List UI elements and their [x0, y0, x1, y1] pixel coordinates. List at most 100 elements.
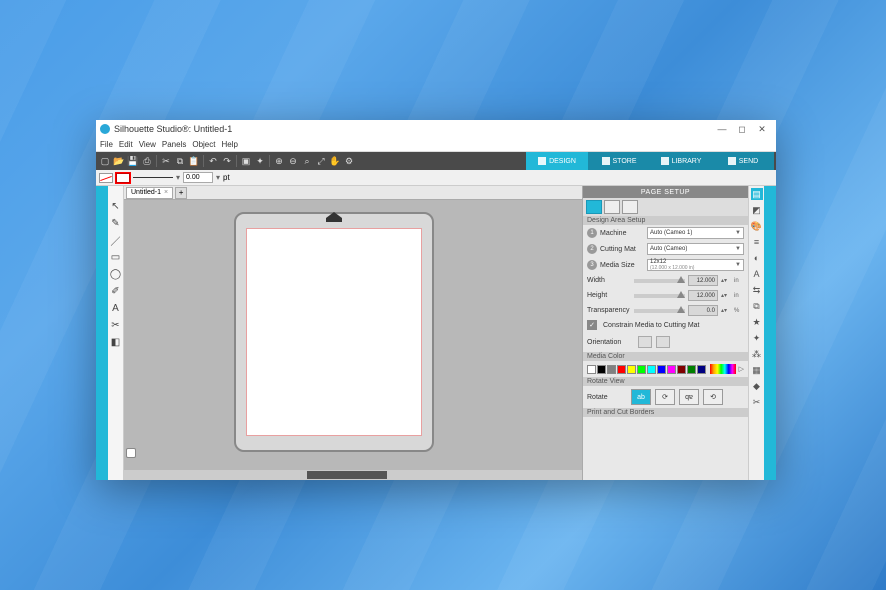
trace-icon[interactable]: ◐: [751, 252, 763, 264]
modify-icon[interactable]: ★: [751, 316, 763, 328]
color-swatch[interactable]: [687, 365, 696, 374]
width-value[interactable]: 12.000: [688, 275, 718, 286]
open-icon[interactable]: 📂: [112, 154, 126, 168]
line-tool-icon[interactable]: ／: [110, 234, 122, 246]
fill-panel-icon[interactable]: 🎨: [751, 220, 763, 232]
fit-icon[interactable]: ⤢: [314, 154, 328, 168]
eraser-tool-icon[interactable]: ◧: [110, 336, 122, 348]
line-swatch[interactable]: [116, 173, 130, 183]
add-tab-button[interactable]: +: [175, 187, 187, 199]
orientation-label: Orientation: [587, 339, 631, 346]
color-swatch[interactable]: [587, 365, 596, 374]
portrait-button[interactable]: [638, 336, 652, 348]
redo-icon[interactable]: ↷: [220, 154, 234, 168]
color-swatch[interactable]: [677, 365, 686, 374]
knife-panel-icon[interactable]: ✂: [751, 396, 763, 408]
machine-dropdown[interactable]: Auto (Cameo 1)▼: [647, 227, 744, 239]
landscape-button[interactable]: [656, 336, 670, 348]
document-tabs: Untitled-1 × +: [124, 186, 582, 200]
pixscan-icon[interactable]: ◩: [751, 204, 763, 216]
select-all-icon[interactable]: ▣: [239, 154, 253, 168]
color-picker-arrow-icon[interactable]: ▷: [739, 365, 744, 373]
line-panel-icon[interactable]: ≡: [751, 236, 763, 248]
page-tab-icon[interactable]: [586, 200, 602, 214]
menu-edit[interactable]: Edit: [119, 140, 133, 149]
cutting-mat-dropdown[interactable]: Auto (Cameo)▼: [647, 243, 744, 255]
close-button[interactable]: ✕: [752, 122, 772, 136]
paste-icon[interactable]: 📋: [187, 154, 201, 168]
offset-icon[interactable]: ✦: [751, 332, 763, 344]
rotate-270-button[interactable]: ⟲: [703, 389, 723, 405]
rotate-0-button[interactable]: ab: [631, 389, 651, 405]
copy-icon[interactable]: ⧉: [173, 154, 187, 168]
media-size-dropdown[interactable]: 12x12(12.000 x 12.000 in)▼: [647, 259, 744, 271]
titlebar: Silhouette Studio®: Untitled-1 — ◻ ✕: [96, 120, 776, 138]
tab-design[interactable]: DESIGN: [526, 152, 588, 170]
ellipse-tool-icon[interactable]: ◯: [110, 268, 122, 280]
color-swatch[interactable]: [657, 365, 666, 374]
maximize-button[interactable]: ◻: [732, 122, 752, 136]
menu-help[interactable]: Help: [221, 140, 237, 149]
text-tool-icon[interactable]: A: [110, 302, 122, 314]
canvas-area[interactable]: [124, 200, 582, 470]
edit-points-tool-icon[interactable]: ✎: [110, 217, 122, 229]
pan-icon[interactable]: ✋: [328, 154, 342, 168]
menu-view[interactable]: View: [139, 140, 156, 149]
replicate-icon[interactable]: ⧉: [751, 300, 763, 312]
cut-icon[interactable]: ✂: [159, 154, 173, 168]
transparency-value[interactable]: 0.0: [688, 305, 718, 316]
color-swatch[interactable]: [627, 365, 636, 374]
text-style-icon[interactable]: A: [751, 268, 763, 280]
color-swatch[interactable]: [607, 365, 616, 374]
width-label: Width: [587, 277, 631, 284]
panel-title: PAGE SETUP: [583, 186, 748, 198]
media-page[interactable]: [246, 228, 422, 436]
grid-tab-icon[interactable]: [604, 200, 620, 214]
freehand-tool-icon[interactable]: ✐: [110, 285, 122, 297]
color-swatch[interactable]: [637, 365, 646, 374]
height-slider[interactable]: [634, 294, 685, 298]
height-value[interactable]: 12.000: [688, 290, 718, 301]
deselect-icon[interactable]: ✦: [253, 154, 267, 168]
color-swatch[interactable]: [617, 365, 626, 374]
weld-icon[interactable]: ◆: [751, 380, 763, 392]
print-icon[interactable]: ⎙: [140, 154, 154, 168]
minimize-button[interactable]: —: [712, 122, 732, 136]
zoom-out-icon[interactable]: ⊖: [286, 154, 300, 168]
close-tab-icon[interactable]: ×: [164, 189, 168, 196]
preferences-icon[interactable]: ⚙: [342, 154, 356, 168]
transform-icon[interactable]: ⇆: [751, 284, 763, 296]
width-slider[interactable]: [634, 279, 685, 283]
knife-tool-icon[interactable]: ✂: [110, 319, 122, 331]
color-gradient-picker[interactable]: [710, 364, 736, 374]
document-tab[interactable]: Untitled-1 ×: [126, 187, 173, 199]
new-icon[interactable]: ▢: [98, 154, 112, 168]
tab-send[interactable]: SEND: [712, 152, 774, 170]
tab-library[interactable]: LIBRARY: [650, 152, 712, 170]
menu-object[interactable]: Object: [192, 140, 215, 149]
tab-store[interactable]: STORE: [588, 152, 650, 170]
horizontal-scrollbar[interactable]: [124, 470, 582, 480]
page-setup-icon[interactable]: ▤: [751, 188, 763, 200]
transparency-slider[interactable]: [634, 309, 685, 313]
menu-file[interactable]: File: [100, 140, 113, 149]
line-weight-input[interactable]: [183, 172, 213, 183]
image-effects-icon[interactable]: ▦: [751, 364, 763, 376]
rectangle-tool-icon[interactable]: ▭: [110, 251, 122, 263]
color-swatch[interactable]: [597, 365, 606, 374]
constrain-checkbox[interactable]: ✓: [587, 320, 597, 330]
zoom-select-icon[interactable]: ⌕: [300, 154, 314, 168]
color-swatch[interactable]: [647, 365, 656, 374]
rotate-180-button[interactable]: qɐ: [679, 389, 699, 405]
rotate-90-button[interactable]: ⟳: [655, 389, 675, 405]
menu-panels[interactable]: Panels: [162, 140, 186, 149]
select-tool-icon[interactable]: ↖: [110, 200, 122, 212]
color-swatch[interactable]: [667, 365, 676, 374]
zoom-in-icon[interactable]: ⊕: [272, 154, 286, 168]
stipple-icon[interactable]: ⁂: [751, 348, 763, 360]
fill-swatch[interactable]: [99, 173, 113, 183]
undo-icon[interactable]: ↶: [206, 154, 220, 168]
registration-tab-icon[interactable]: [622, 200, 638, 214]
save-icon[interactable]: 💾: [126, 154, 140, 168]
color-swatch[interactable]: [697, 365, 706, 374]
